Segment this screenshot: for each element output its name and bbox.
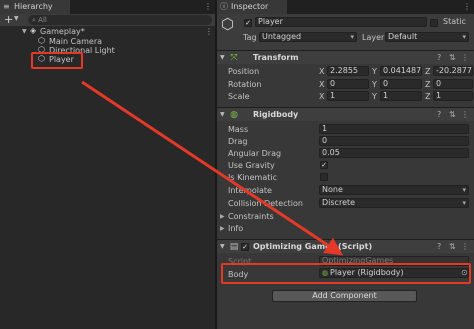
annotation-arrow: [81, 80, 343, 256]
annotation-arrow-line: [81, 80, 343, 256]
